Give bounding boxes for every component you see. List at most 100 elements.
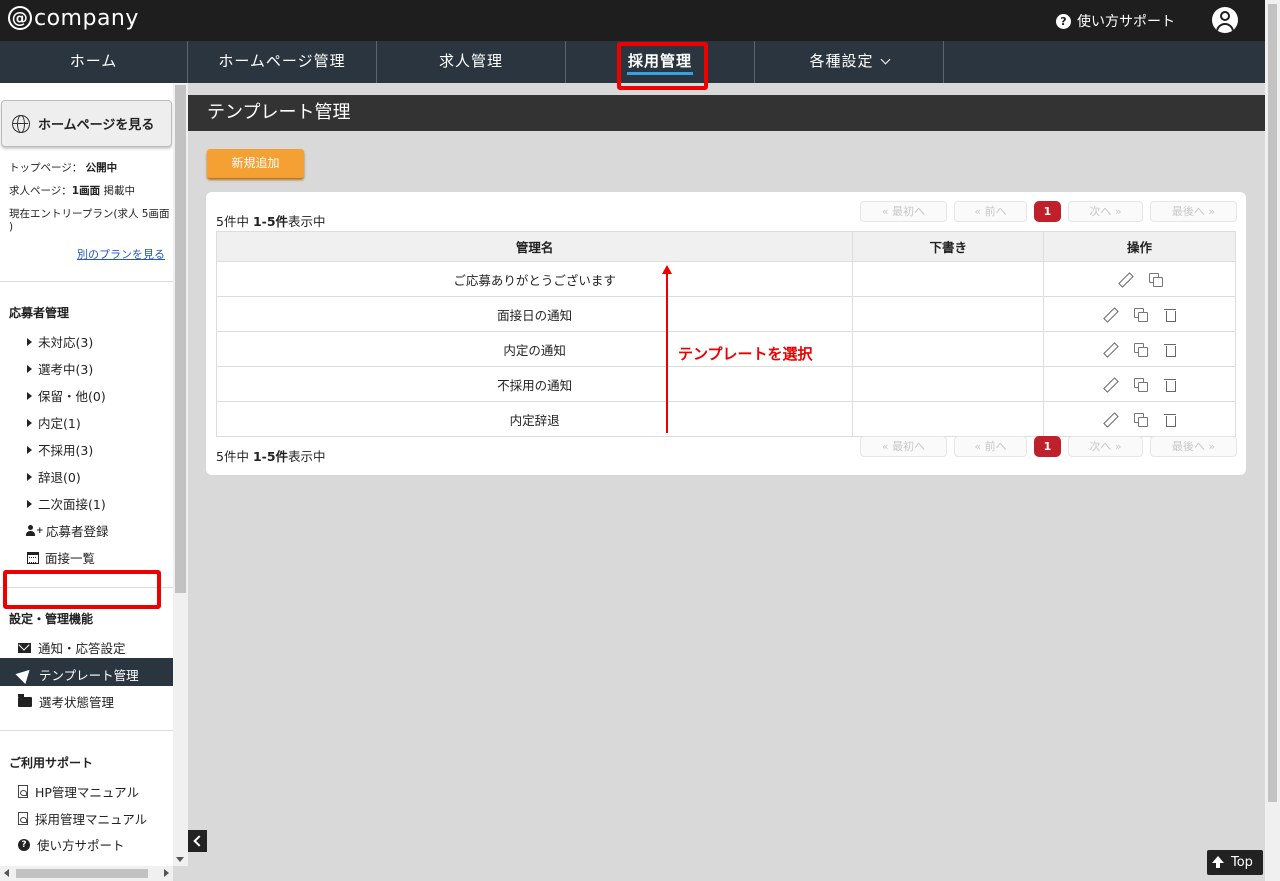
sidebar-item-notifications[interactable]: 通知・応答設定	[18, 638, 126, 657]
sidebar-item-second-interview[interactable]: 二次面接(1)	[27, 494, 106, 513]
pager-last-button[interactable]: 最後へ »	[1150, 201, 1237, 222]
copy-icon[interactable]	[1134, 377, 1149, 392]
pager-next-button[interactable]: 次へ »	[1068, 436, 1143, 457]
copy-icon[interactable]	[1134, 412, 1149, 427]
divider	[0, 730, 173, 731]
pager-first-button[interactable]: « 最初へ	[860, 201, 947, 222]
pdf-file-icon	[18, 785, 28, 798]
sidebar-item-interviews[interactable]: 面接一覧	[27, 548, 95, 567]
sidebar: ホームページを見る トップページ： 公開中 求人ページ：1画面 掲載中 現在エン…	[0, 83, 173, 866]
other-plan-link[interactable]: 別のプランを見る	[77, 246, 165, 262]
pager-first-button[interactable]: « 最初へ	[860, 436, 947, 457]
scroll-top-button[interactable]: Top	[1207, 850, 1263, 875]
column-header-actions: 操作	[1043, 231, 1236, 262]
row-actions	[1043, 261, 1236, 297]
sidebar-item-register-applicant[interactable]: + 応募者登録	[26, 521, 109, 540]
pager-last-button[interactable]: 最後へ »	[1150, 436, 1237, 457]
table-row[interactable]: ご応募ありがとうございます	[215, 261, 1236, 297]
sidebar-item-declined[interactable]: 辞退(0)	[27, 467, 81, 486]
annotation-arrow-line	[666, 270, 668, 433]
pdf-file-icon	[18, 812, 28, 825]
help-link[interactable]: ? 使い方サポート	[1056, 11, 1175, 31]
template-draft	[852, 401, 1045, 437]
caret-right-icon	[27, 472, 32, 481]
trash-icon[interactable]	[1164, 413, 1177, 427]
pager-current-page[interactable]: 1	[1034, 436, 1061, 457]
page-title: テンプレート管理	[188, 95, 1265, 131]
template-draft	[852, 366, 1045, 402]
template-name[interactable]: ご応募ありがとうございます	[215, 261, 854, 297]
caret-right-icon	[27, 364, 32, 373]
table-row[interactable]: 不採用の通知	[215, 366, 1236, 402]
current-plan: 現在エントリープラン(求人 5画面)	[9, 208, 170, 233]
sidebar-item-offered[interactable]: 内定(1)	[27, 413, 81, 432]
sidebar-item-templates[interactable]: テンプレート管理	[15, 664, 139, 685]
template-list-panel: 5件中 1-5件表示中 « 最初へ « 前へ 1 次へ » 最後へ » 管理名 …	[206, 192, 1246, 475]
nav-homepage-management[interactable]: ホームページ管理	[188, 41, 377, 83]
question-icon: ?	[1056, 13, 1071, 29]
template-name[interactable]: 不採用の通知	[215, 366, 854, 402]
annotation-label: テンプレートを選択	[678, 345, 813, 363]
sidebar-item-in-selection[interactable]: 選考中(3)	[27, 359, 93, 378]
caret-right-icon	[27, 391, 32, 400]
column-header-draft: 下書き	[852, 231, 1045, 262]
template-table: 管理名 下書き 操作 ご応募ありがとうございます 面接日の通知 内定の通知 不採…	[215, 231, 1236, 437]
table-row[interactable]: 面接日の通知	[215, 296, 1236, 332]
template-name[interactable]: 面接日の通知	[215, 296, 854, 332]
edit-icon[interactable]	[1103, 413, 1116, 426]
template-name[interactable]: 内定辞退	[215, 401, 854, 437]
row-actions	[1043, 296, 1236, 332]
company-logo[interactable]: @ company	[8, 6, 139, 31]
trash-icon[interactable]	[1164, 378, 1177, 392]
highlight-box-nav	[617, 42, 708, 90]
table-header-row: 管理名 下書き 操作	[215, 231, 1236, 262]
pager-next-button[interactable]: 次へ »	[1068, 201, 1143, 222]
page-scrollbar[interactable]	[1265, 0, 1280, 881]
sidebar-item-on-hold[interactable]: 保留・他(0)	[27, 386, 106, 405]
copy-icon[interactable]	[1134, 307, 1149, 322]
edit-icon[interactable]	[1103, 343, 1116, 356]
sidebar-scrollbar[interactable]	[173, 83, 188, 866]
add-new-button[interactable]: 新規追加	[207, 149, 304, 178]
row-actions	[1043, 366, 1236, 402]
sidebar-item-selection-status[interactable]: 選考状態管理	[18, 692, 114, 711]
caret-right-icon	[27, 337, 32, 346]
sidebar-item-recruit-manual[interactable]: 採用管理マニュアル	[18, 809, 147, 828]
trash-icon[interactable]	[1164, 308, 1177, 322]
edit-icon[interactable]	[1103, 308, 1116, 321]
edit-icon[interactable]	[1103, 378, 1116, 391]
envelope-icon	[18, 642, 31, 653]
caret-right-icon	[27, 445, 32, 454]
job-page-status: 求人ページ：1画面 掲載中	[9, 185, 135, 197]
globe-icon	[12, 114, 30, 133]
user-avatar-icon[interactable]	[1212, 7, 1238, 33]
result-count-bottom: 5件中 1-5件表示中	[216, 449, 326, 464]
copy-icon[interactable]	[1134, 342, 1149, 357]
edit-icon[interactable]	[1118, 273, 1131, 286]
nav-job-management[interactable]: 求人管理	[377, 41, 566, 83]
sidebar-horizontal-scrollbar[interactable]	[0, 866, 173, 881]
highlight-box-sidebar	[3, 570, 161, 609]
pager-current-page[interactable]: 1	[1034, 201, 1061, 222]
view-homepage-button[interactable]: ホームページを見る	[1, 100, 172, 147]
table-row[interactable]: 内定辞退	[215, 401, 1236, 437]
applicants-heading: 応募者管理	[9, 306, 70, 320]
collapse-sidebar-button[interactable]	[188, 830, 207, 852]
row-actions	[1043, 331, 1236, 367]
caret-right-icon	[27, 418, 32, 427]
sidebar-item-help[interactable]: ? 使い方サポート	[18, 835, 125, 854]
sidebar-item-rejected[interactable]: 不採用(3)	[27, 440, 93, 459]
pagination-bottom: « 最初へ « 前へ 1 次へ » 最後へ »	[860, 436, 1237, 457]
trash-icon[interactable]	[1164, 343, 1177, 357]
pager-prev-button[interactable]: « 前へ	[954, 436, 1027, 457]
copy-icon[interactable]	[1148, 272, 1163, 287]
row-actions	[1043, 401, 1236, 437]
nav-home[interactable]: ホーム	[0, 41, 188, 83]
column-header-name: 管理名	[215, 231, 854, 262]
nav-settings[interactable]: 各種設定	[755, 41, 944, 83]
sidebar-item-unhandled[interactable]: 未対応(3)	[27, 332, 93, 351]
annotation-arrow-head	[662, 265, 672, 274]
sidebar-item-hp-manual[interactable]: HP管理マニュアル	[18, 782, 139, 801]
pager-prev-button[interactable]: « 前へ	[954, 201, 1027, 222]
top-page-status: トップページ： 公開中	[9, 162, 118, 174]
